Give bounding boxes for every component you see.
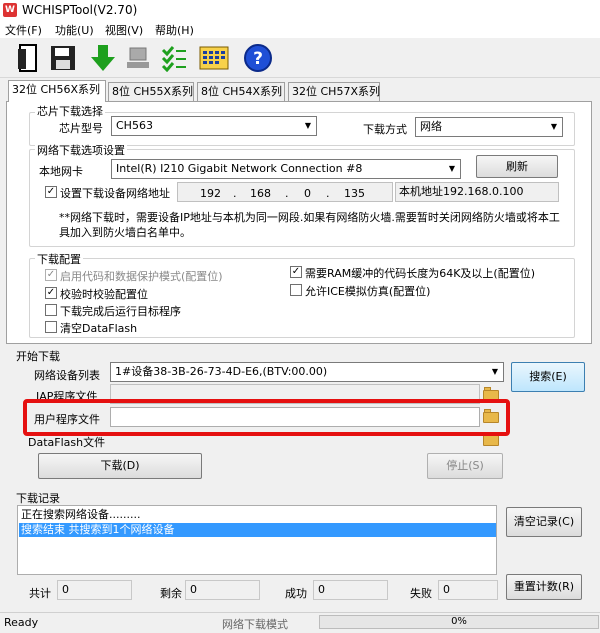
verify-check-icon[interactable] (158, 42, 190, 74)
stop-button[interactable]: 停止(S) (427, 453, 503, 479)
nic-value: Intel(R) I210 Gigabit Network Connection… (116, 162, 363, 175)
chip-model-value: CH563 (116, 119, 153, 132)
remain-value: 0 (185, 580, 260, 600)
window-title: WCHISPTool(V2.70) (22, 3, 138, 17)
chip-model-select[interactable]: CH563 ▼ (111, 116, 317, 136)
ip-octet-3[interactable]: 0 (304, 185, 311, 203)
download-mode-select[interactable]: 网络 ▼ (415, 117, 563, 137)
success-label: 成功 (285, 587, 307, 600)
download-mode-label: 下载方式 (363, 123, 407, 136)
chevron-down-icon: ▼ (304, 121, 312, 130)
fail-value: 0 (438, 580, 498, 600)
chip-model-label: 芯片型号 (59, 122, 103, 135)
local-ip-field: 本机地址192.168.0.100 (395, 182, 559, 202)
nic-select[interactable]: Intel(R) I210 Gigabit Network Connection… (111, 159, 461, 179)
total-label: 共计 (29, 587, 51, 600)
download-arrow-icon[interactable] (87, 42, 119, 74)
tab-panel: 芯片下载选择 芯片型号 CH563 ▼ 下载方式 网络 ▼ 网络下载选项设置 本地网… (6, 101, 592, 344)
verify-config-label: 校验时校验配置位 (60, 288, 148, 301)
fail-label: 失败 (410, 587, 432, 600)
toolbar: ? (0, 38, 600, 78)
chevron-down-icon: ▼ (448, 164, 456, 173)
log-section-title: 下载记录 (16, 492, 60, 505)
search-button[interactable]: 搜索(E) (511, 362, 585, 392)
tab-ch54x[interactable]: 8位 CH54X系列 (197, 82, 285, 102)
status-ready: Ready (4, 616, 39, 629)
run-after-download-label: 下载完成后运行目标程序 (60, 305, 181, 318)
ip-octet-4[interactable]: 135 (344, 185, 365, 203)
status-mode: 网络下载模式 (222, 618, 288, 631)
ip-octet-2[interactable]: 168 (250, 185, 271, 203)
menu-view[interactable]: 视图(V) (105, 22, 143, 38)
ice-emulation-checkbox[interactable] (290, 284, 302, 296)
svg-text:?: ? (253, 49, 263, 69)
reset-count-button[interactable]: 重置计数(R) (506, 574, 582, 600)
verify-config-checkbox[interactable]: ✓ (45, 287, 57, 299)
set-ip-label: 设置下载设备网络地址 (60, 187, 170, 200)
clear-dataflash-label: 清空DataFlash (60, 322, 138, 335)
log-line-selected: 搜索结束 共搜索到1个网络设备 (19, 523, 496, 537)
ram-64k-checkbox[interactable]: ✓ (290, 266, 302, 278)
device-list-label: 网络设备列表 (34, 369, 100, 382)
ip-address-field[interactable]: 192 . 168 . 0 . 135 (177, 182, 393, 202)
ice-emulation-label: 允许ICE模拟仿真(配置位) (305, 285, 431, 298)
success-value: 0 (313, 580, 388, 600)
ip-dot-1: . (233, 187, 237, 200)
protect-mode-label: 启用代码和数据保护模式(配置位) (60, 270, 223, 283)
save-disk-icon[interactable] (47, 42, 79, 74)
protect-mode-checkbox[interactable]: ✓ (45, 269, 57, 281)
progress-bar: 0% (319, 615, 599, 629)
user-file-highlight (23, 399, 510, 436)
download-button[interactable]: 下载(D) (38, 453, 202, 479)
set-ip-checkbox[interactable]: ✓ (45, 186, 57, 198)
tab-ch56x[interactable]: 32位 CH56X系列 (8, 80, 106, 102)
ip-dot-2: . (285, 187, 289, 200)
menu-file[interactable]: 文件(F) (5, 22, 42, 38)
ip-octet-1[interactable]: 192 (200, 185, 221, 203)
run-after-download-checkbox[interactable] (45, 304, 57, 316)
tab-ch57x[interactable]: 32位 CH57X系列 (288, 82, 380, 102)
app-icon: W (3, 3, 17, 17)
log-line: 正在搜索网络设备......... (21, 508, 141, 521)
app-window: W WCHISPTool(V2.70) 文件(F) 功能(U) 视图(V) 帮助… (0, 0, 600, 633)
refresh-button[interactable]: 刷新 (476, 155, 558, 178)
open-file-icon[interactable] (13, 42, 45, 74)
chip-group-title: 芯片下载选择 (35, 103, 105, 119)
clear-dataflash-checkbox[interactable] (45, 321, 57, 333)
config-group-title: 下载配置 (35, 251, 83, 267)
log-list[interactable]: 正在搜索网络设备......... 搜索结束 共搜索到1个网络设备 (17, 505, 497, 575)
calendar-icon[interactable] (198, 42, 230, 74)
menu-help[interactable]: 帮助(H) (155, 22, 194, 38)
network-note: **网络下载时，需要设备IP地址与本机为同一网段.如果有网络防火墙.需要暂时关闭… (59, 211, 560, 239)
download-mode-value: 网络 (420, 120, 442, 133)
ip-dot-3: . (326, 187, 330, 200)
menu-bar: 文件(F) 功能(U) 视图(V) 帮助(H) (0, 20, 600, 38)
tab-ch55x[interactable]: 8位 CH55X系列 (108, 82, 194, 102)
ram-64k-label: 需要RAM缓冲的代码长度为64K及以上(配置位) (305, 267, 536, 280)
total-value: 0 (57, 580, 132, 600)
remain-label: 剩余 (160, 587, 182, 600)
help-icon[interactable]: ? (242, 42, 274, 74)
dataflash-file-label: DataFlash文件 (28, 436, 106, 449)
nic-label: 本地网卡 (39, 165, 83, 178)
device-list-select[interactable]: 1#设备38-3B-26-73-4D-E6,(BTV:00.00) ▼ (110, 362, 504, 382)
clear-log-button[interactable]: 清空记录(C) (506, 507, 582, 537)
chevron-down-icon: ▼ (550, 122, 558, 131)
menu-function[interactable]: 功能(U) (55, 22, 94, 38)
device-icon[interactable] (122, 42, 154, 74)
chevron-down-icon: ▼ (491, 367, 499, 376)
download-section-title: 开始下载 (16, 350, 60, 363)
device-list-value: 1#设备38-3B-26-73-4D-E6,(BTV:00.00) (115, 365, 328, 378)
net-group-title: 网络下载选项设置 (35, 142, 127, 158)
title-bar: W WCHISPTool(V2.70) (0, 0, 600, 20)
